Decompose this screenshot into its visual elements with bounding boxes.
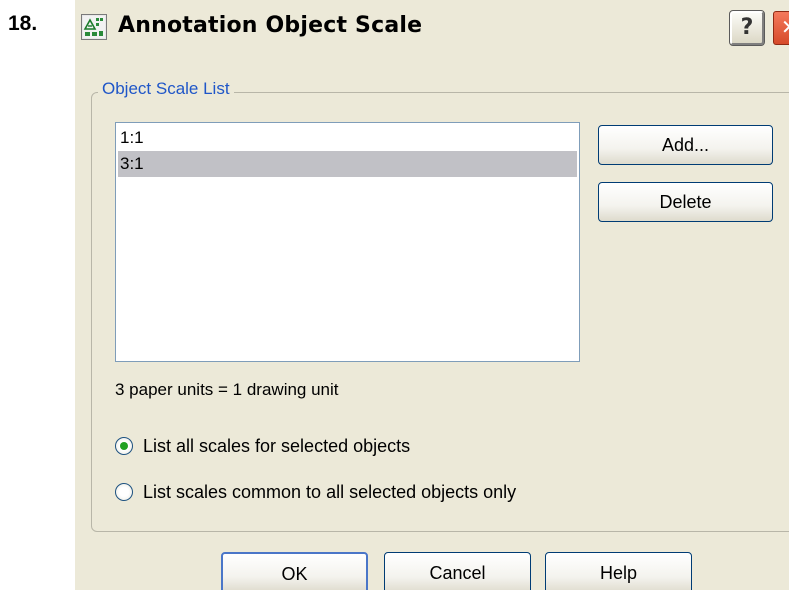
list-all-radio[interactable] [115,437,133,455]
title-help-button[interactable]: ? [729,10,765,46]
list-common-radio[interactable] [115,483,133,501]
cancel-button[interactable]: Cancel [384,552,531,590]
object-scale-list[interactable]: 1:1 3:1 [115,122,580,362]
scale-ratio-text: 3 paper units = 1 drawing unit [115,380,339,399]
delete-button[interactable]: Delete [598,182,773,222]
step-number: 18. [8,12,38,35]
annotation-object-scale-dialog: Annotation Object Scale ? ✕ Object Scale… [75,0,789,590]
scale-list-item-selected[interactable]: 3:1 [118,151,577,177]
scale-list-item[interactable]: 1:1 [118,125,577,151]
list-all-label: List all scales for selected objects [143,435,411,456]
list-common-option[interactable]: List scales common to all selected objec… [115,480,516,504]
title-bar[interactable]: Annotation Object Scale ? ✕ [75,0,789,57]
radio-selected-dot [120,442,128,450]
close-button[interactable]: ✕ [773,11,789,45]
list-all-option[interactable]: List all scales for selected objects [115,434,410,458]
window-title: Annotation Object Scale [118,13,423,38]
group-label: Object Scale List [98,79,234,99]
ok-button[interactable]: OK [221,552,368,590]
annotation-scale-icon [81,14,107,40]
add-button[interactable]: Add... [598,125,773,165]
list-common-label: List scales common to all selected objec… [143,481,517,502]
help-button[interactable]: Help [545,552,692,590]
